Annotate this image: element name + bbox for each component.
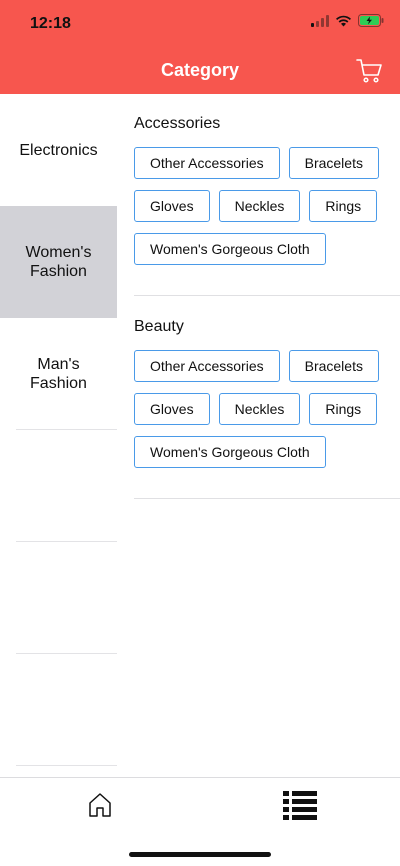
tag-rings[interactable]: Rings	[309, 190, 378, 222]
tag-bracelets[interactable]: Bracelets	[288, 350, 379, 382]
signal-icon	[311, 14, 329, 27]
battery-icon	[358, 14, 384, 27]
section-title: Beauty	[134, 318, 184, 335]
wifi-icon	[336, 15, 351, 26]
status-icons	[311, 14, 384, 27]
sidebar-item-empty	[0, 430, 117, 542]
sidebar-item-womens-fashion[interactable]: Women's Fashion	[0, 206, 117, 318]
sidebar-item-label: Man's Fashion	[30, 356, 87, 392]
section-title: Accessories	[134, 115, 221, 132]
tag-gloves[interactable]: Gloves	[134, 393, 210, 425]
cart-icon[interactable]	[356, 57, 384, 85]
tag-list: Other Accessories Bracelets Gloves Neckl…	[134, 350, 394, 468]
tag-neckles[interactable]: Neckles	[218, 190, 301, 222]
sidebar-item-label: Women's Fashion	[25, 244, 92, 280]
sidebar-item-empty	[0, 542, 117, 654]
tag-neckles[interactable]: Neckles	[218, 393, 301, 425]
page-title: Category	[160, 60, 240, 80]
sidebar-item-empty	[0, 654, 117, 766]
tag-rings[interactable]: Rings	[309, 393, 378, 425]
status-time: 12:18	[30, 15, 71, 32]
tag-other-accessories[interactable]: Other Accessories	[134, 350, 280, 382]
sidebar-item-mans-fashion[interactable]: Man's Fashion	[0, 318, 117, 430]
tag-other-accessories[interactable]: Other Accessories	[134, 147, 280, 179]
header: 12:18 Category	[0, 0, 400, 94]
tag-bracelets[interactable]: Bracelets	[288, 147, 379, 179]
section-beauty: Beauty Other Accessories Bracelets Glove…	[134, 296, 400, 499]
subcategory-content: Accessories Other Accessories Bracelets …	[134, 94, 400, 499]
list-icon[interactable]	[283, 790, 317, 820]
section-accessories: Accessories Other Accessories Bracelets …	[134, 94, 400, 296]
tag-womens-gorgeous-cloth[interactable]: Women's Gorgeous Cloth	[134, 436, 326, 468]
sidebar-item-electronics[interactable]: Electronics	[0, 94, 117, 206]
category-sidebar: Electronics Women's Fashion Man's Fashio…	[0, 94, 117, 777]
tag-list: Other Accessories Bracelets Gloves Neckl…	[134, 147, 394, 265]
home-indicator	[129, 852, 271, 857]
sidebar-item-label: Electronics	[19, 141, 98, 159]
tag-womens-gorgeous-cloth[interactable]: Women's Gorgeous Cloth	[134, 233, 326, 265]
tag-gloves[interactable]: Gloves	[134, 190, 210, 222]
home-icon[interactable]	[88, 792, 112, 818]
